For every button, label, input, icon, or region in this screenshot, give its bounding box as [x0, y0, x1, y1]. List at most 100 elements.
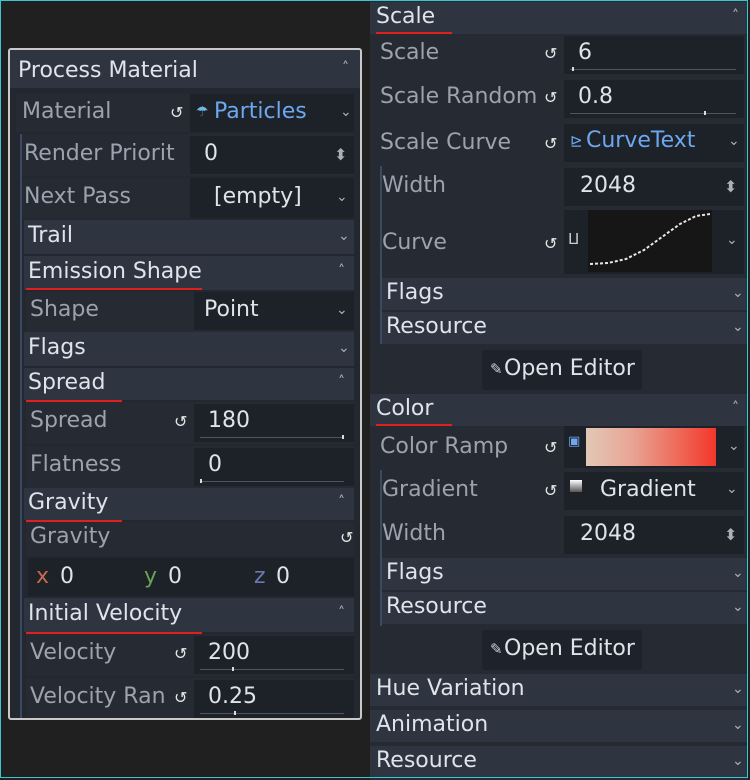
animation-section[interactable]: Animation ⌄ — [370, 710, 748, 742]
velocity-random-slider[interactable]: 0.25 — [194, 680, 354, 718]
gradient-picker[interactable]: Gradient ⌄ — [564, 472, 744, 510]
width-spinbox[interactable]: 2048 ⬍ — [564, 168, 744, 206]
slider-track — [200, 437, 344, 438]
collapse-icon: ˄ — [338, 263, 345, 279]
gradient-flags-section[interactable]: Flags ⌄ — [382, 558, 748, 590]
open-editor-label: Open Editor — [504, 356, 635, 381]
slider-grabber[interactable] — [342, 435, 344, 439]
gravity-z-value[interactable]: 0 — [276, 564, 290, 589]
collapse-icon: ˄ — [342, 60, 349, 76]
curve-flags-section[interactable]: Flags ⌄ — [382, 278, 748, 310]
spread-row: Spread ↺ 180 — [26, 402, 354, 444]
revert-icon[interactable]: ↺ — [174, 412, 187, 431]
revert-icon[interactable]: ↺ — [544, 438, 557, 457]
z-axis-label: z — [254, 564, 266, 589]
collapse-icon: ˄ — [338, 605, 345, 621]
curve-picker[interactable]: ⵡ ⌄ — [564, 210, 744, 274]
color-ramp-label: Color Ramp — [380, 434, 509, 459]
slider-grabber[interactable] — [234, 711, 236, 715]
render-priority-row: Render Priorit 0 ⬍ — [22, 134, 354, 176]
render-priority-label: Render Priorit — [24, 141, 175, 166]
shape-row: Shape Point ⌄ — [26, 292, 354, 332]
scale-slider[interactable]: 6 — [564, 36, 744, 74]
revert-icon[interactable]: ↺ — [174, 644, 187, 663]
revert-icon[interactable]: ↺ — [544, 44, 557, 63]
slider-grabber[interactable] — [200, 479, 202, 483]
gradient-width-spinbox[interactable]: 2048 ⬍ — [564, 516, 744, 554]
spread-section[interactable]: Spread ˄ — [24, 368, 354, 400]
scale-random-slider[interactable]: 0.8 — [564, 80, 744, 118]
gravity-x-value[interactable]: 0 — [60, 564, 74, 589]
gradient-texture-icon: ▣ — [568, 434, 581, 449]
y-axis-label: y — [144, 564, 158, 589]
spinner-icon: ⬍ — [334, 145, 348, 164]
chevron-down-icon: ⌄ — [732, 681, 744, 697]
revert-icon[interactable]: ↺ — [174, 688, 187, 707]
animation-label: Animation — [376, 712, 489, 737]
slider-track — [570, 113, 736, 114]
initial-velocity-section[interactable]: Initial Velocity ˄ — [24, 598, 354, 632]
scale-section-label: Scale — [376, 4, 436, 29]
scale-random-value: 0.8 — [578, 84, 613, 109]
scale-curve-picker[interactable]: ⊵ CurveText ⌄ — [564, 124, 744, 162]
gradient-resource-section[interactable]: Resource ⌄ — [382, 592, 748, 624]
open-editor-button[interactable]: ✎ Open Editor — [482, 630, 642, 670]
tree-guide-line — [20, 134, 22, 718]
trail-section[interactable]: Trail ⌄ — [24, 220, 354, 254]
curve-preview — [588, 210, 712, 272]
revert-icon[interactable]: ↺ — [544, 481, 557, 500]
next-pass-label: Next Pass — [24, 184, 131, 209]
shape-value: Point — [204, 297, 259, 322]
flags-label: Flags — [386, 560, 444, 585]
spread-label: Spread — [30, 408, 108, 433]
inspector-right-panel: Scale ˄ Scale ↺ 6 Scale Random ↺ 0.8 Sca… — [370, 0, 748, 780]
collapse-icon: ˄ — [732, 400, 739, 416]
chevron-down-icon: ⌄ — [336, 189, 348, 205]
revert-icon[interactable]: ↺ — [544, 88, 557, 107]
render-priority-spinbox[interactable]: 0 ⬍ — [190, 136, 354, 174]
velocity-value: 200 — [208, 640, 250, 665]
collapse-icon: ˄ — [338, 374, 345, 390]
revert-icon[interactable]: ↺ — [544, 134, 557, 153]
curve-icon: ⵡ — [568, 230, 580, 248]
spread-slider[interactable]: 180 — [194, 404, 354, 442]
chevron-down-icon: ⌄ — [726, 232, 738, 248]
velocity-slider[interactable]: 200 — [194, 636, 354, 674]
revert-icon[interactable]: ↺ — [340, 528, 353, 547]
hue-variation-section[interactable]: Hue Variation ⌄ — [370, 674, 748, 706]
slider-grabber[interactable] — [704, 111, 706, 115]
flatness-value: 0 — [208, 452, 222, 477]
chevron-down-icon: ⌄ — [732, 285, 744, 301]
process-material-header[interactable]: Process Material ˄ — [10, 50, 360, 88]
slider-grabber[interactable] — [572, 67, 574, 71]
color-ramp-preview — [586, 428, 716, 466]
revert-icon[interactable]: ↺ — [544, 234, 557, 253]
scale-row: Scale ↺ 6 — [376, 34, 748, 76]
revert-icon[interactable]: ↺ — [170, 103, 183, 122]
gradient-label: Gradient — [382, 477, 478, 502]
flatness-slider[interactable]: 0 — [194, 448, 354, 486]
flags-label: Flags — [28, 335, 86, 360]
trail-label: Trail — [28, 223, 73, 248]
scale-random-row: Scale Random ↺ 0.8 — [376, 78, 748, 120]
material-resource-picker[interactable]: ☂ Particles ⌄ — [190, 94, 354, 132]
chevron-down-icon: ⌄ — [732, 753, 744, 769]
chevron-down-icon: ⌄ — [726, 481, 738, 497]
gravity-section[interactable]: Gravity ˄ — [24, 488, 354, 520]
resource-section[interactable]: Resource ⌄ — [370, 746, 748, 778]
color-section[interactable]: Color ˄ — [370, 394, 748, 426]
scale-section[interactable]: Scale ˄ — [370, 2, 748, 34]
red-underline — [26, 288, 202, 290]
shape-dropdown[interactable]: Point ⌄ — [194, 292, 354, 330]
next-pass-picker[interactable]: [empty] ⌄ — [190, 178, 354, 218]
flags-section[interactable]: Flags ⌄ — [24, 332, 354, 366]
next-pass-value: [empty] — [214, 184, 302, 209]
scale-label: Scale — [380, 40, 440, 65]
color-ramp-picker[interactable]: ▣ ⌄ — [564, 426, 744, 468]
emission-shape-section[interactable]: Emission Shape ˄ — [24, 256, 354, 290]
gravity-y-value[interactable]: 0 — [168, 564, 182, 589]
open-editor-button[interactable]: ✎ Open Editor — [482, 350, 642, 390]
slider-grabber[interactable] — [232, 667, 234, 671]
curve-resource-section[interactable]: Resource ⌄ — [382, 312, 748, 344]
color-ramp-row: Color Ramp ↺ ▣ ⌄ — [376, 426, 748, 468]
